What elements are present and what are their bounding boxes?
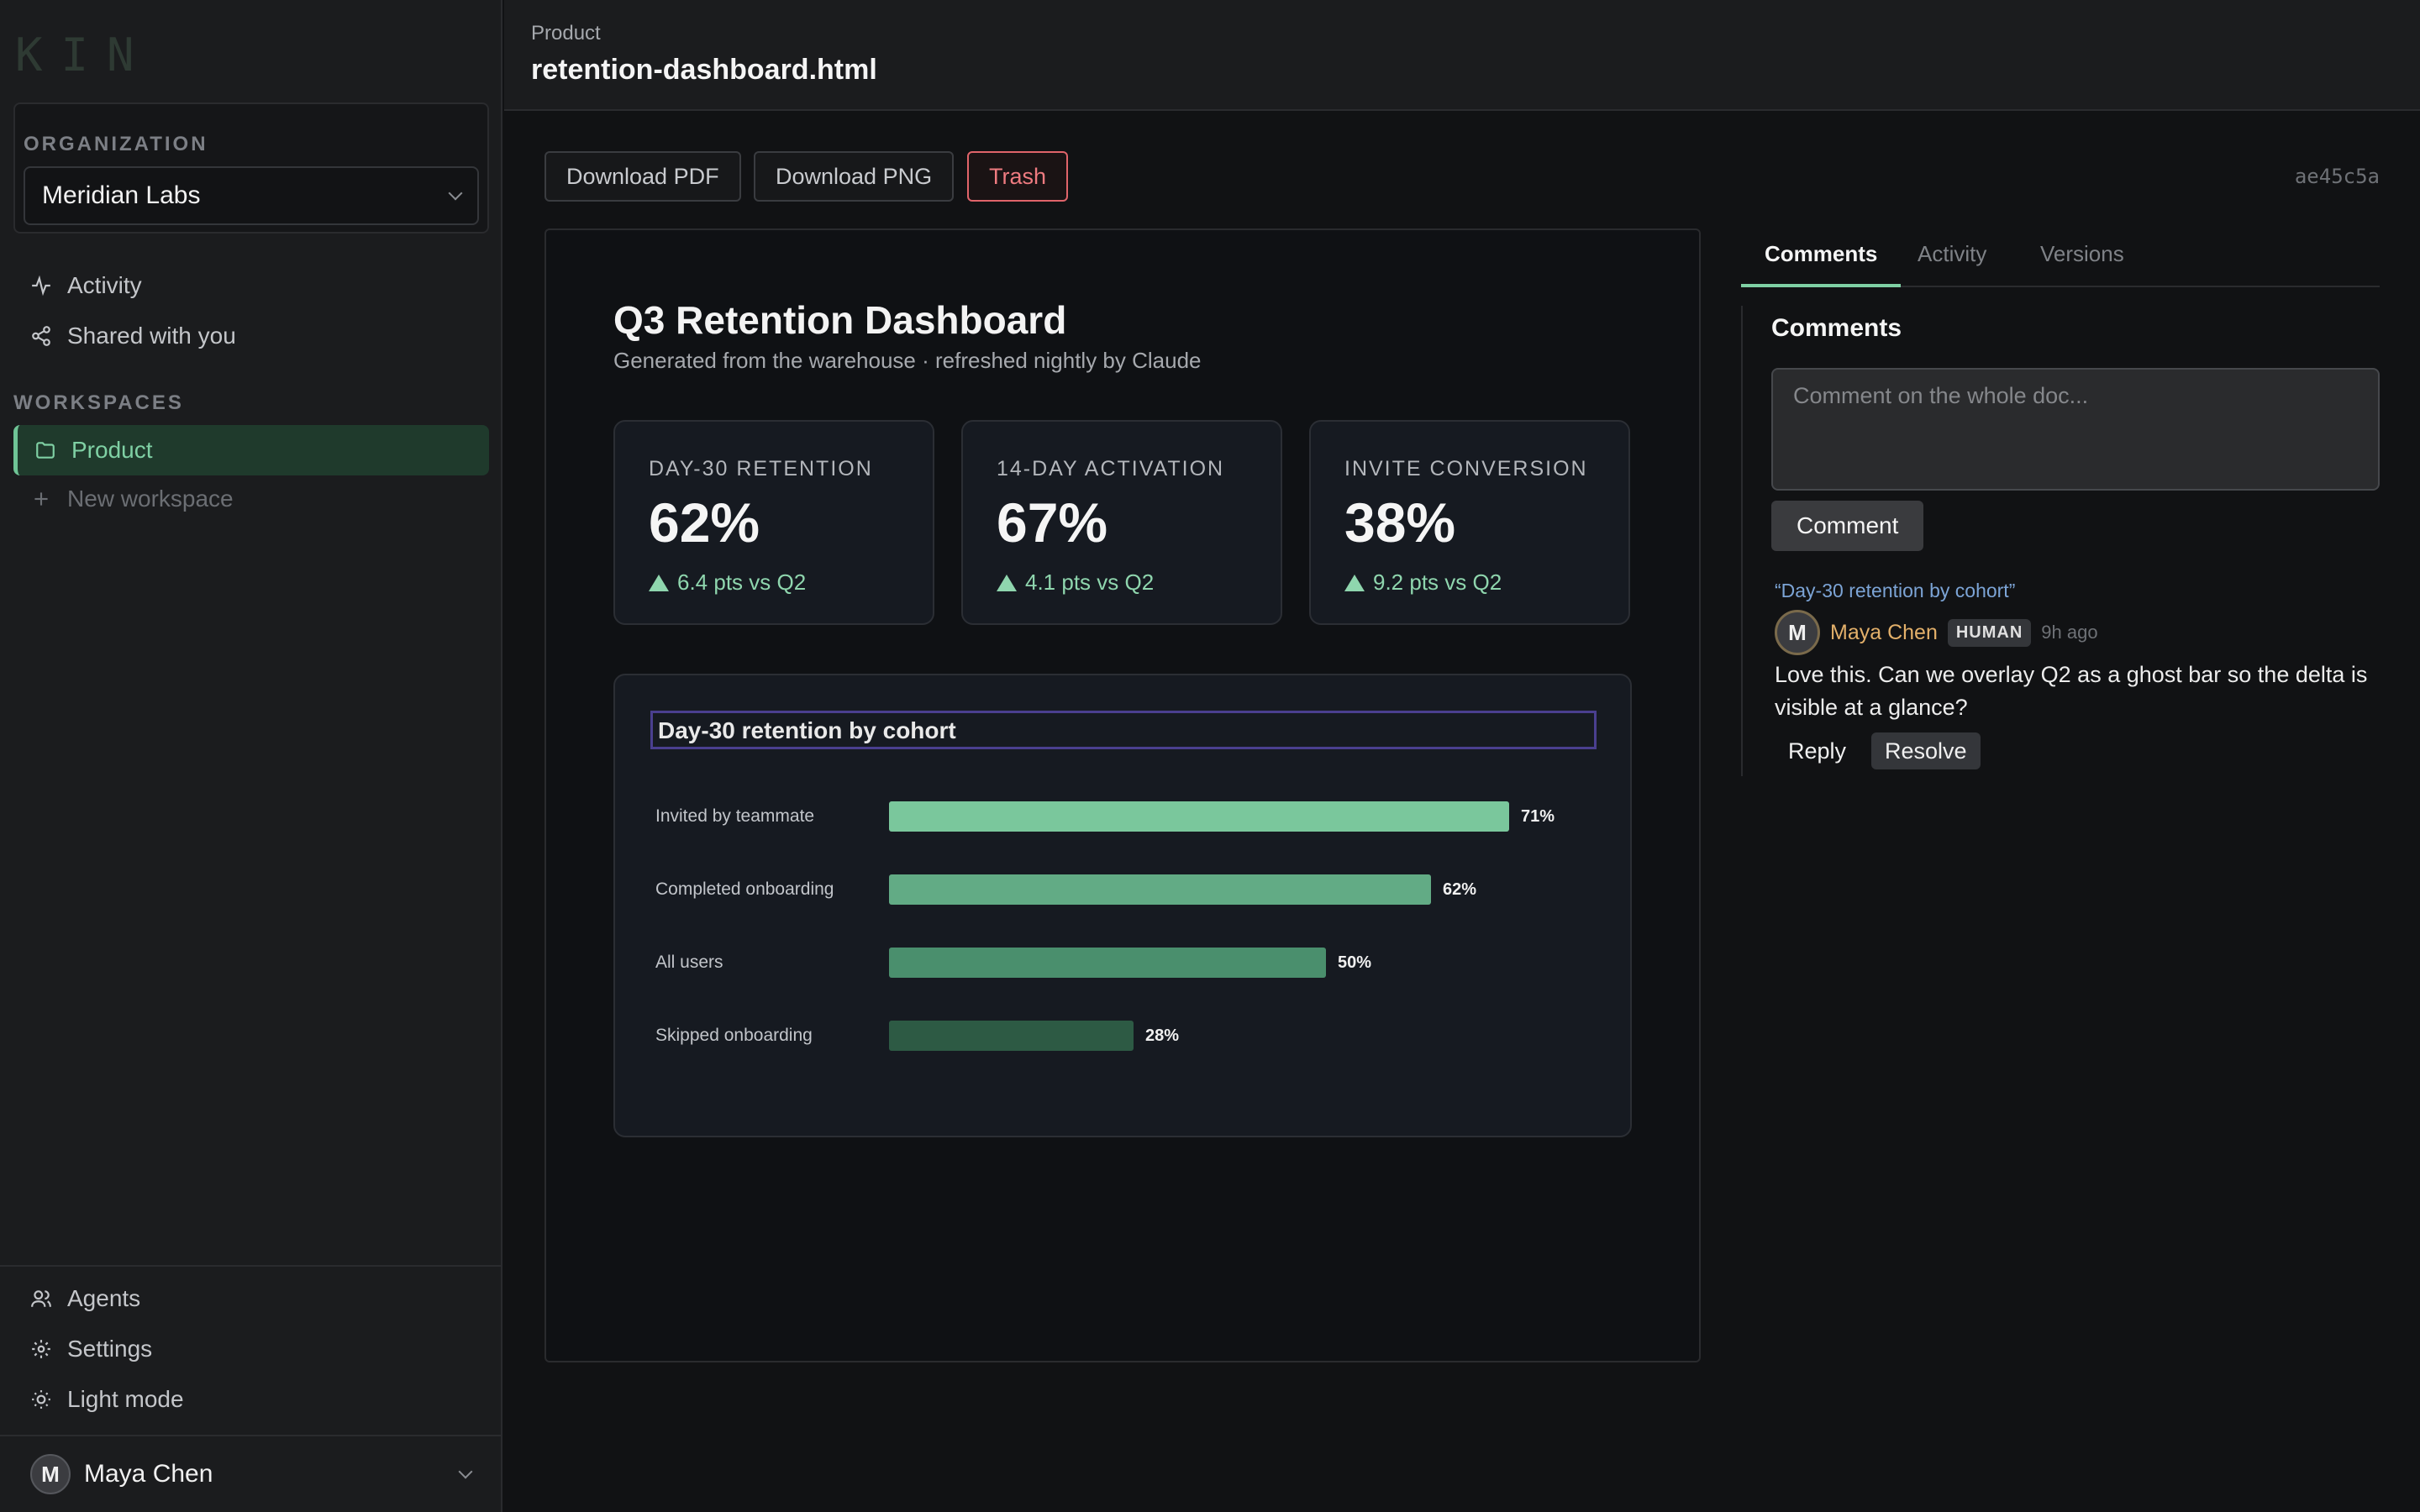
- kpi-delta: 4.1 pts vs Q2: [997, 570, 1154, 596]
- comment-quote[interactable]: “Day-30 retention by cohort”: [1775, 580, 2015, 602]
- comment-body: Love this. Can we overlay Q2 as a ghost …: [1775, 662, 2368, 720]
- organization-label: ORGANIZATION: [24, 133, 208, 155]
- kpi-label: 14-DAY ACTIVATION: [997, 457, 1225, 480]
- nav-shared-with-you[interactable]: Shared with you: [17, 312, 487, 360]
- bar-label: Completed onboarding: [655, 879, 834, 899]
- nav-activity[interactable]: Activity: [17, 262, 487, 309]
- page-title: retention-dashboard.html: [531, 54, 877, 86]
- bar-row: Completed onboarding 62%: [655, 873, 1622, 906]
- nav-activity-label: Activity: [67, 272, 142, 298]
- avatar: M: [1775, 610, 1820, 655]
- comments-heading: Comments: [1771, 314, 1902, 342]
- sun-icon: [32, 1390, 50, 1409]
- chart-title[interactable]: Day-30 retention by cohort: [650, 711, 1597, 749]
- kpi-value: 38%: [1344, 491, 1456, 554]
- comment-meta: M Maya Chen HUMAN 9h ago: [1775, 610, 2098, 655]
- bar-value-label: 50%: [1338, 953, 1372, 972]
- kpi-label: DAY-30 RETENTION: [649, 457, 873, 480]
- header: Product retention-dashboard.html: [504, 0, 2420, 111]
- avatar: M: [30, 1454, 71, 1494]
- gear-icon: [32, 1340, 50, 1358]
- nav-light-mode-label: Light mode: [67, 1386, 184, 1412]
- author-type-badge: HUMAN: [1947, 618, 2032, 647]
- comment-author: Maya Chen: [1830, 620, 1938, 644]
- kpi-delta-text: 4.1 pts vs Q2: [1025, 570, 1155, 595]
- up-triangle-icon: [1344, 574, 1365, 591]
- workspace-label: Product: [71, 437, 153, 463]
- user-menu[interactable]: M Maya Chen: [0, 1435, 501, 1512]
- bar-label: Invited by teammate: [655, 806, 815, 826]
- bar: [889, 801, 1509, 832]
- trash-button[interactable]: Trash: [967, 151, 1069, 202]
- nav-agents-label: Agents: [67, 1285, 141, 1311]
- document-title: Q3 Retention Dashboard: [613, 298, 1067, 342]
- up-triangle-icon: [997, 574, 1017, 591]
- panel-tabs: Comments Activity Versions: [1741, 228, 2380, 287]
- chevron-down-icon: [458, 1464, 473, 1479]
- chevron-down-icon: [448, 186, 463, 201]
- comment-actions: Reply Resolve: [1775, 732, 1981, 769]
- kpi-delta-text: 6.4 pts vs Q2: [677, 570, 807, 595]
- version-hash: ae45c5a: [2294, 165, 2380, 188]
- breadcrumb[interactable]: Product: [531, 22, 601, 45]
- kpi-value: 62%: [649, 491, 760, 554]
- resolve-button[interactable]: Resolve: [1871, 732, 1981, 769]
- app-logo: KIN: [15, 29, 153, 81]
- bar-label: All users: [655, 953, 723, 972]
- workspace-item-product[interactable]: Product: [13, 425, 489, 475]
- tab-activity[interactable]: Activity: [1894, 240, 2010, 287]
- bar-value-label: 71%: [1521, 807, 1555, 826]
- bar-row: All users 50%: [655, 946, 1622, 979]
- users-icon: [31, 1290, 51, 1307]
- kpi-delta: 6.4 pts vs Q2: [649, 570, 806, 596]
- kpi-delta: 9.2 pts vs Q2: [1344, 570, 1502, 596]
- bar: [889, 874, 1431, 905]
- bar-label: Skipped onboarding: [655, 1026, 813, 1045]
- sidebar: KIN ORGANIZATION Meridian Labs Activity …: [0, 0, 502, 1512]
- kpi-value: 67%: [997, 491, 1108, 554]
- bar: [889, 948, 1326, 978]
- workspaces-label: WORKSPACES: [13, 391, 184, 414]
- organization-box: ORGANIZATION Meridian Labs: [13, 102, 489, 234]
- kpi-card: 14-DAY ACTIVATION 67% 4.1 pts vs Q2: [961, 420, 1282, 625]
- bar: [889, 1021, 1134, 1051]
- reply-button[interactable]: Reply: [1775, 732, 1860, 769]
- kpi-label: INVITE CONVERSION: [1344, 457, 1588, 480]
- share-icon: [32, 326, 50, 346]
- bar-row: Skipped onboarding 28%: [655, 1019, 1622, 1053]
- bar-value-label: 28%: [1145, 1026, 1180, 1045]
- comment-button[interactable]: Comment: [1771, 501, 1924, 551]
- document-subtitle: Generated from the warehouse · refreshed…: [613, 348, 1202, 373]
- kpi-card: INVITE CONVERSION 38% 9.2 pts vs Q2: [1309, 420, 1630, 625]
- up-triangle-icon: [649, 574, 669, 591]
- nav-light-mode[interactable]: Light mode: [17, 1376, 487, 1423]
- bar-row: Invited by teammate 71%: [655, 800, 1622, 833]
- comments-pane: Comments Comment “Day-30 retention by co…: [1741, 306, 2380, 776]
- kpi-delta-text: 9.2 pts vs Q2: [1373, 570, 1502, 595]
- folder-icon: [36, 442, 55, 459]
- new-workspace-button[interactable]: New workspace: [17, 475, 487, 522]
- nav-settings[interactable]: Settings: [17, 1326, 487, 1373]
- tab-comments[interactable]: Comments: [1741, 240, 1902, 287]
- download-png-button[interactable]: Download PNG: [754, 151, 955, 202]
- plus-icon: [34, 492, 48, 506]
- nav-agents[interactable]: Agents: [17, 1275, 487, 1322]
- organization-value: Meridian Labs: [42, 181, 201, 209]
- nav-settings-label: Settings: [67, 1336, 153, 1362]
- organization-select[interactable]: Meridian Labs: [24, 166, 479, 225]
- activity-icon: [32, 275, 50, 297]
- tab-versions[interactable]: Versions: [2017, 240, 2148, 287]
- nav-shared-label: Shared with you: [67, 323, 236, 349]
- cohort-chart: Day-30 retention by cohort Invited by te…: [613, 674, 1632, 1137]
- comment-timestamp: 9h ago: [2041, 622, 2098, 643]
- comment-input[interactable]: [1771, 368, 2380, 491]
- download-pdf-button[interactable]: Download PDF: [544, 151, 741, 202]
- kpi-card: DAY-30 RETENTION 62% 6.4 pts vs Q2: [613, 420, 934, 625]
- bar-value-label: 62%: [1443, 880, 1477, 899]
- user-name: Maya Chen: [84, 1460, 213, 1488]
- document-preview: Q3 Retention Dashboard Generated from th…: [544, 228, 1701, 1362]
- new-workspace-label: New workspace: [67, 486, 234, 512]
